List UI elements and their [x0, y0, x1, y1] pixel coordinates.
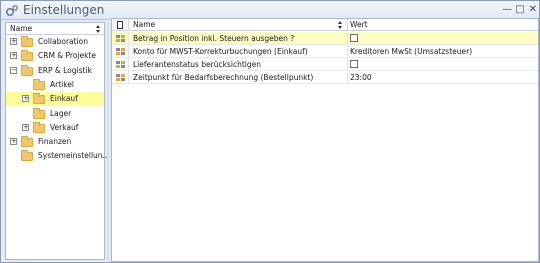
tree-item-label: CRM & Projekte	[38, 51, 97, 61]
tree-item-label: Artikel	[50, 79, 75, 89]
folder-icon	[33, 78, 45, 90]
setting-checkbox[interactable]	[350, 34, 358, 42]
folder-icon	[21, 64, 33, 76]
settings-gear-icon	[5, 5, 18, 17]
maximize-button[interactable]: □	[514, 4, 526, 16]
tree-item[interactable]: + CRM & Projekte	[6, 49, 104, 63]
setting-checkbox[interactable]	[350, 60, 358, 68]
tree-item-label: Finanzen	[38, 137, 72, 147]
folder-icon	[33, 107, 45, 119]
close-button[interactable]: ✕	[527, 4, 539, 16]
setting-name: Konto für MWST-Korrekturbuchungen (Einka…	[133, 47, 308, 56]
tree-item-label: Lager	[50, 108, 72, 118]
settings-grid: Name Wert Betrag in Position inkl. Steue…	[111, 18, 539, 262]
tree-item[interactable]: Lager	[6, 107, 104, 121]
expand-icon[interactable]: +	[22, 95, 29, 103]
setting-icon	[116, 35, 125, 43]
category-tree: Name + Collaboration + CRM & Projekte − ERP &…	[5, 22, 110, 260]
tree-item-label: Verkauf	[50, 122, 79, 132]
setting-icon	[116, 61, 125, 69]
tree-item[interactable]: + Collaboration	[6, 35, 104, 49]
column-header-name[interactable]: Name	[133, 20, 155, 29]
document-icon	[117, 21, 123, 29]
folder-icon	[33, 93, 45, 105]
table-row[interactable]: Zeitpunkt für Bedarfsberechnung (Bestell…	[112, 71, 538, 84]
panel-splitter[interactable]	[107, 22, 109, 260]
collapse-icon[interactable]: −	[10, 66, 17, 74]
folder-icon	[21, 50, 33, 62]
tree-item[interactable]: − ERP & Logistik	[6, 64, 104, 78]
table-row[interactable]: Konto für MWST-Korrekturbuchungen (Einka…	[112, 45, 538, 58]
setting-value[interactable]: Kreditoren MwSt (Umsatzsteuer)	[350, 47, 472, 56]
expand-icon[interactable]: +	[10, 52, 17, 60]
folder-icon	[21, 136, 33, 148]
folder-icon	[33, 121, 45, 133]
setting-icon	[116, 48, 125, 56]
settings-window: Einstellungen — □ ✕ Name + Collaboration +…	[0, 0, 540, 263]
tree-item-label: Collaboration	[38, 37, 88, 46]
setting-name: Betrag in Position inkl. Steuern ausgebe…	[133, 34, 295, 43]
expand-icon[interactable]: +	[10, 138, 17, 146]
table-row[interactable]: Lieferantenstatus berücksichtigen	[112, 58, 538, 71]
window-title: Einstellungen	[23, 3, 105, 17]
sort-icon[interactable]	[338, 21, 342, 29]
minimize-button[interactable]: —	[501, 4, 513, 16]
tree-item-label: Systemeinstellun...	[38, 151, 110, 161]
grid-header: Name Wert	[112, 19, 538, 31]
tree-item[interactable]: + Verkauf	[6, 121, 104, 135]
setting-value[interactable]: 23:00	[350, 73, 372, 82]
expand-icon[interactable]: +	[22, 123, 29, 131]
setting-icon	[116, 74, 125, 82]
column-header-value[interactable]: Wert	[350, 20, 368, 29]
folder-icon	[21, 150, 33, 162]
expand-icon[interactable]: +	[10, 38, 17, 45]
tree-item[interactable]: Systemeinstellun...	[6, 149, 110, 163]
tree-header-label: Name	[10, 24, 33, 33]
tree-item[interactable]: + Einkauf	[6, 92, 104, 107]
tree-item[interactable]: Artikel	[6, 78, 104, 92]
tree-item-label: ERP & Logistik	[38, 65, 92, 75]
sort-icon[interactable]	[96, 25, 100, 33]
table-row[interactable]: Betrag in Position inkl. Steuern ausgebe…	[112, 32, 538, 45]
folder-icon	[21, 36, 33, 47]
setting-name: Lieferantenstatus berücksichtigen	[133, 60, 262, 69]
tree-item-label: Einkauf	[50, 94, 78, 104]
setting-name: Zeitpunkt für Bedarfsberechnung (Bestell…	[133, 73, 314, 82]
tree-header[interactable]: Name	[6, 23, 104, 35]
tree-item[interactable]: + Finanzen	[6, 135, 104, 149]
